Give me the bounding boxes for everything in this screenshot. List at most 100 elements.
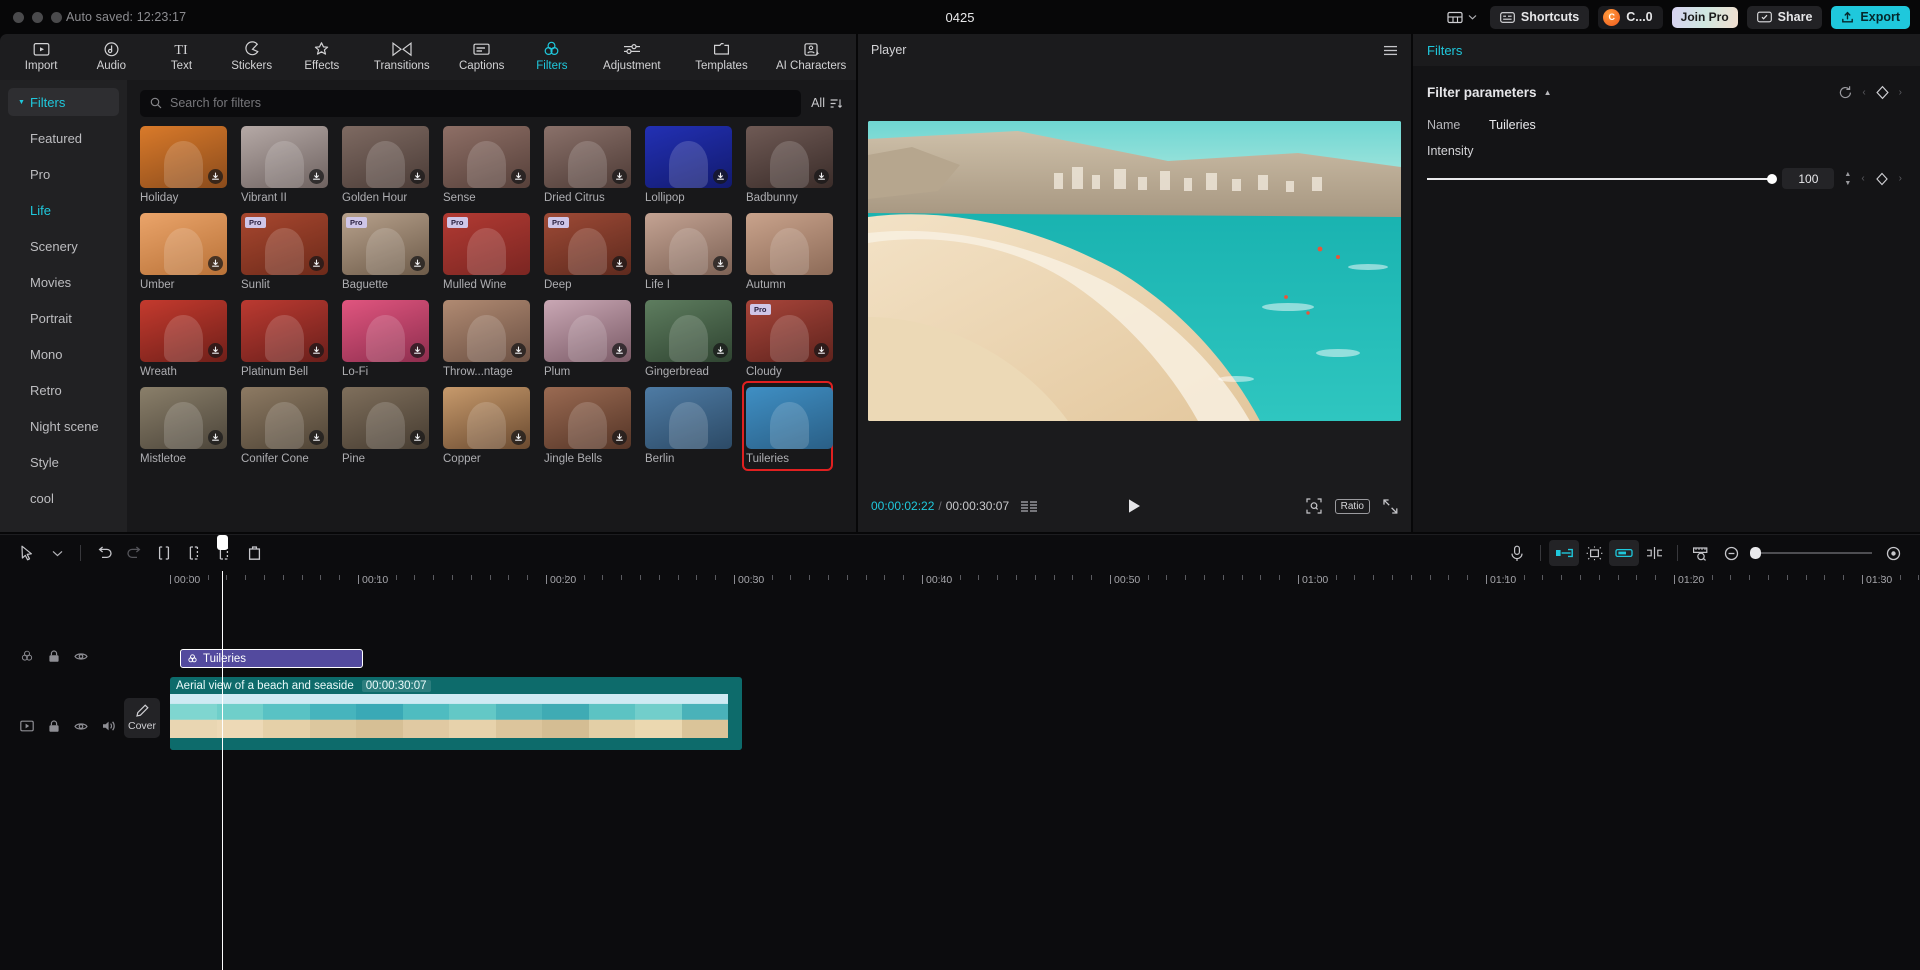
download-icon[interactable] bbox=[713, 169, 728, 184]
download-icon[interactable] bbox=[410, 169, 425, 184]
tab-text[interactable]: TI Text bbox=[146, 35, 216, 79]
filter-item-deep[interactable]: ProDeep bbox=[544, 213, 631, 293]
search-input[interactable]: Search for filters bbox=[140, 90, 801, 117]
filter-item-jingle-bells[interactable]: Jingle Bells bbox=[544, 387, 631, 467]
play-icon[interactable] bbox=[1127, 498, 1142, 514]
zoom-fit-icon[interactable] bbox=[1306, 498, 1322, 514]
ratio-button[interactable]: Ratio bbox=[1335, 499, 1370, 514]
filter-item-mulled-wine[interactable]: ProMulled Wine bbox=[443, 213, 530, 293]
filter-item-copper[interactable]: Copper bbox=[443, 387, 530, 467]
zoom-in-button[interactable] bbox=[1878, 540, 1908, 566]
close-window-button[interactable] bbox=[13, 12, 24, 23]
tab-templates[interactable]: Templates bbox=[677, 35, 767, 79]
maximize-window-button[interactable] bbox=[51, 12, 62, 23]
download-icon[interactable] bbox=[612, 430, 627, 445]
intensity-stepper[interactable]: ▲▼ bbox=[1844, 171, 1851, 187]
trim-left-button[interactable] bbox=[179, 540, 209, 566]
minimize-window-button[interactable] bbox=[32, 12, 43, 23]
filter-parameters-section[interactable]: Filter parameters ▲ ‹ › bbox=[1413, 72, 1920, 112]
intensity-value-input[interactable]: 100 bbox=[1782, 168, 1834, 189]
collapse-caret-icon[interactable]: ▲ bbox=[1544, 88, 1552, 97]
fullscreen-icon[interactable] bbox=[1383, 499, 1398, 514]
filter-item-lollipop[interactable]: Lollipop bbox=[645, 126, 732, 206]
download-icon[interactable] bbox=[410, 430, 425, 445]
stepper-up-icon[interactable]: ▲ bbox=[1844, 171, 1851, 178]
filter-item-vibrant-ii[interactable]: Vibrant II bbox=[241, 126, 328, 206]
filter-item-pine[interactable]: Pine bbox=[342, 387, 429, 467]
intensity-keyframe-prev-icon[interactable]: ‹ bbox=[1861, 173, 1864, 184]
download-icon[interactable] bbox=[208, 169, 223, 184]
zoom-out-button[interactable] bbox=[1716, 540, 1746, 566]
sidebar-item-featured[interactable]: Featured bbox=[0, 120, 127, 156]
download-icon[interactable] bbox=[208, 343, 223, 358]
download-icon[interactable] bbox=[713, 256, 728, 271]
download-icon[interactable] bbox=[713, 343, 728, 358]
intensity-keyframe-next-icon[interactable]: › bbox=[1899, 173, 1902, 184]
tab-ai-characters[interactable]: AI Characters bbox=[766, 35, 856, 79]
tab-transitions[interactable]: Transitions bbox=[357, 35, 447, 79]
sidebar-item-night-scene[interactable]: Night scene bbox=[0, 408, 127, 444]
filter-dropdown-all[interactable]: All bbox=[811, 96, 843, 110]
sidebar-item-movies[interactable]: Movies bbox=[0, 264, 127, 300]
download-icon[interactable] bbox=[511, 343, 526, 358]
intensity-slider-knob[interactable] bbox=[1767, 174, 1777, 184]
filters-icon[interactable] bbox=[20, 650, 34, 663]
download-icon[interactable] bbox=[814, 169, 829, 184]
timeline-ruler[interactable]: 00:0000:1000:2000:3000:4000:5001:0001:10… bbox=[0, 571, 1920, 593]
filter-item-umber[interactable]: Umber bbox=[140, 213, 227, 293]
freeze-frame-button[interactable] bbox=[1639, 540, 1669, 566]
download-icon[interactable] bbox=[814, 343, 829, 358]
filter-item-golden-hour[interactable]: Golden Hour bbox=[342, 126, 429, 206]
redo-button[interactable] bbox=[119, 540, 149, 566]
download-icon[interactable] bbox=[511, 430, 526, 445]
tab-captions[interactable]: Captions bbox=[447, 35, 517, 79]
filter-item-dried-citrus[interactable]: Dried Citrus bbox=[544, 126, 631, 206]
playhead-handle[interactable] bbox=[217, 535, 228, 550]
keyframe-next-icon[interactable]: › bbox=[1899, 87, 1902, 98]
sidebar-item-portrait[interactable]: Portrait bbox=[0, 300, 127, 336]
download-icon[interactable] bbox=[309, 343, 324, 358]
marker-button[interactable] bbox=[1686, 540, 1716, 566]
lock-icon[interactable] bbox=[48, 720, 60, 733]
join-pro-button[interactable]: Join Pro bbox=[1672, 7, 1738, 28]
keyframe-prev-icon[interactable]: ‹ bbox=[1862, 87, 1865, 98]
filter-item-platinum-bell[interactable]: Platinum Bell bbox=[241, 300, 328, 380]
window-controls[interactable] bbox=[13, 12, 62, 23]
select-tool-button[interactable] bbox=[12, 540, 42, 566]
video-clip-beach[interactable]: Aerial view of a beach and seaside 00:00… bbox=[170, 677, 742, 750]
filter-item-mistletoe[interactable]: Mistletoe bbox=[140, 387, 227, 467]
select-tool-dropdown[interactable] bbox=[42, 540, 72, 566]
download-icon[interactable] bbox=[208, 256, 223, 271]
split-button[interactable] bbox=[149, 540, 179, 566]
reset-icon[interactable] bbox=[1838, 85, 1853, 100]
download-icon[interactable] bbox=[612, 169, 627, 184]
tab-audio[interactable]: Audio bbox=[76, 35, 146, 79]
timeline-zoom-knob[interactable] bbox=[1750, 547, 1761, 559]
filter-item-wreath[interactable]: Wreath bbox=[140, 300, 227, 380]
filter-track-header[interactable] bbox=[0, 633, 120, 679]
sidebar-item-cool[interactable]: cool bbox=[0, 480, 127, 516]
filter-item-gingerbread[interactable]: Gingerbread bbox=[645, 300, 732, 380]
download-icon[interactable] bbox=[309, 169, 324, 184]
tab-import[interactable]: Import bbox=[6, 35, 76, 79]
layout-button[interactable] bbox=[1443, 8, 1481, 27]
cover-button[interactable]: Cover bbox=[124, 698, 160, 738]
download-icon[interactable] bbox=[511, 169, 526, 184]
download-icon[interactable] bbox=[309, 256, 324, 271]
filter-item-life-i[interactable]: Life I bbox=[645, 213, 732, 293]
sidebar-item-style[interactable]: Style bbox=[0, 444, 127, 480]
tab-adjustment[interactable]: Adjustment bbox=[587, 35, 677, 79]
filter-clip-tuileries[interactable]: Tuileries bbox=[180, 649, 363, 668]
hamburger-icon[interactable] bbox=[1383, 45, 1398, 56]
lock-icon[interactable] bbox=[48, 650, 60, 663]
export-button[interactable]: Export bbox=[1831, 6, 1910, 29]
filter-item-tuileries[interactable]: Tuileries bbox=[744, 383, 831, 469]
green-screen-button[interactable] bbox=[1609, 540, 1639, 566]
filter-item-plum[interactable]: Plum bbox=[544, 300, 631, 380]
record-voiceover-button[interactable] bbox=[1502, 540, 1532, 566]
video-preview[interactable] bbox=[868, 121, 1401, 421]
sidebar-header-filters[interactable]: ▼ Filters bbox=[8, 88, 119, 116]
filter-item-autumn[interactable]: Autumn bbox=[746, 213, 833, 293]
intensity-slider[interactable] bbox=[1427, 178, 1772, 180]
filter-item-lo-fi[interactable]: Lo-Fi bbox=[342, 300, 429, 380]
